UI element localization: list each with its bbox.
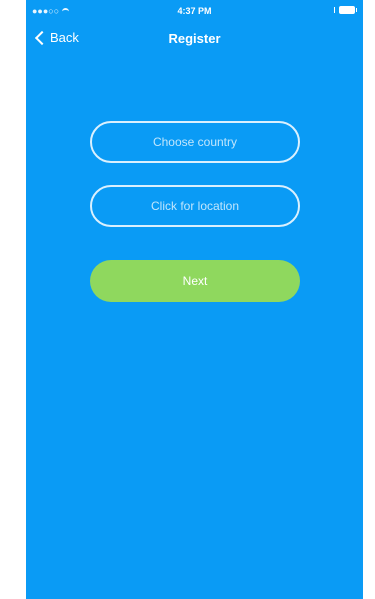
status-icons bbox=[331, 6, 357, 14]
navigation-bar: Back Register bbox=[26, 22, 363, 62]
location-field[interactable]: Click for location bbox=[90, 185, 300, 227]
choose-country-field[interactable]: Choose country bbox=[90, 121, 300, 163]
next-button[interactable]: Next bbox=[90, 260, 300, 302]
status-bar: ●●●○○ 4:37 PM bbox=[26, 0, 363, 22]
bluetooth-icon bbox=[331, 7, 335, 13]
choose-country-placeholder: Choose country bbox=[152, 135, 238, 149]
app-screen: ●●●○○ 4:37 PM Back Register Choose count… bbox=[26, 0, 363, 599]
next-label: Next bbox=[182, 274, 208, 288]
status-time: 4:37 PM bbox=[177, 6, 212, 16]
page-title: Register bbox=[168, 31, 221, 46]
battery-icon bbox=[339, 6, 357, 14]
location-placeholder: Click for location bbox=[150, 199, 240, 213]
